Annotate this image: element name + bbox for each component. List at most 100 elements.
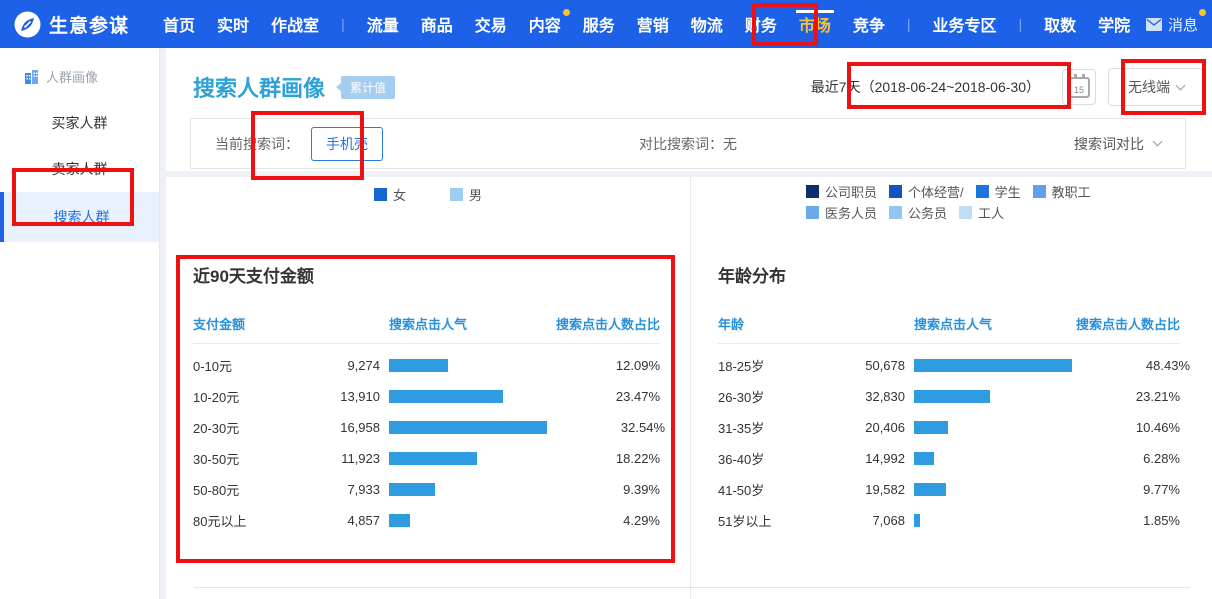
terminal-select[interactable]: 无线端	[1108, 68, 1204, 106]
column-header[interactable]: 年龄	[718, 314, 830, 333]
legend-label: 教职工	[1052, 182, 1091, 201]
legend-label: 公务员	[908, 203, 947, 222]
nav-item-product[interactable]: 商品	[421, 0, 453, 48]
payment-amount-card: 近90天支付金额 支付金额搜索点击人气搜索点击人数占比 0-10元9,27412…	[193, 262, 660, 536]
table-row: 80元以上4,8574.29%	[193, 505, 660, 536]
row-value: 11,923	[305, 451, 389, 466]
sidebar-item-search-crowd[interactable]: 搜索人群	[0, 192, 159, 242]
nav-item-business-zone[interactable]: 业务专区	[933, 0, 997, 48]
legend-swatch	[889, 206, 902, 219]
legend-swatch	[976, 185, 989, 198]
current-term-chip[interactable]: 手机壳	[311, 127, 383, 161]
legend-swatch	[889, 185, 902, 198]
nav-item-realtime[interactable]: 实时	[217, 0, 249, 48]
nav-item-competition[interactable]: 竞争	[853, 0, 885, 48]
search-term-bar: 当前搜索词： 手机壳 对比搜索词：无 搜索词对比	[190, 118, 1186, 169]
current-term-label: 当前搜索词：	[215, 134, 299, 154]
row-label: 31-35岁	[718, 418, 830, 437]
legend-label: 男	[469, 185, 482, 204]
legend-item[interactable]: 公司职员	[806, 182, 877, 201]
date-range-picker[interactable]: 最近7天（2018-06-24~2018-06-30）	[801, 69, 1050, 105]
legend-swatch	[450, 188, 463, 201]
table-row: 10-20元13,91023.47%	[193, 381, 660, 412]
sidebar-section-label: 人群画像	[46, 67, 98, 86]
header-top-row: 搜索人群画像 累计值 最近7天（2018-06-24~2018-06-30） 1…	[166, 48, 1212, 106]
calendar-button[interactable]: 15	[1062, 69, 1096, 105]
calendar-icon: 15	[1069, 77, 1090, 98]
nav-item-academy[interactable]: 学院	[1098, 0, 1130, 48]
row-label: 0-10元	[193, 356, 305, 375]
row-value: 7,068	[830, 513, 914, 528]
row-label: 18-25岁	[718, 356, 830, 375]
nav-item-logistics[interactable]: 物流	[691, 0, 723, 48]
legend-label: 女	[393, 185, 406, 204]
nav-item-service[interactable]: 服务	[583, 0, 615, 48]
brand[interactable]: 生意参谋	[14, 0, 129, 48]
row-bar-track	[914, 514, 1062, 527]
row-bar-track	[914, 452, 1062, 465]
nav-item-finance[interactable]: 财务	[745, 0, 777, 48]
sidebar-item-seller-crowd[interactable]: 卖家人群	[0, 146, 159, 192]
row-bar	[914, 421, 948, 434]
nav-item-trade[interactable]: 交易	[475, 0, 507, 48]
column-header[interactable]: 搜索点击人数占比	[542, 314, 660, 333]
notification-dot	[563, 9, 570, 16]
column-header[interactable]: 搜索点击人气	[914, 314, 1062, 333]
sidebar-item-buyer-crowd[interactable]: 买家人群	[0, 100, 159, 146]
legend-row: 公司职员个体经营/学生 教职工	[806, 181, 1091, 202]
nav-item-market[interactable]: 市场	[799, 0, 831, 48]
nav-item-war-room[interactable]: 作战室	[271, 0, 319, 48]
nav-item-home[interactable]: 首页	[163, 0, 195, 48]
column-header[interactable]: 搜索点击人数占比	[1062, 314, 1180, 333]
row-bar	[389, 452, 477, 465]
row-bar-track	[389, 421, 547, 434]
legend-item[interactable]: 教职工	[1033, 182, 1091, 201]
nav-item-marketing[interactable]: 营销	[637, 0, 669, 48]
legend-label: 医务人员	[825, 203, 877, 222]
app-root: 生意参谋 首页实时作战室|流量商品交易内容服务营销物流财务市场竞争|业务专区|取…	[0, 0, 1212, 599]
chevron-down-icon	[1153, 137, 1163, 147]
nav-divider: |	[907, 0, 911, 48]
row-percent: 9.77%	[1062, 482, 1180, 497]
row-label: 80元以上	[193, 511, 305, 530]
current-term-group: 当前搜索词： 手机壳	[215, 127, 383, 161]
row-bar	[389, 359, 448, 372]
legend-item[interactable]: 公务员	[889, 203, 947, 222]
row-label: 36-40岁	[718, 449, 830, 468]
row-value: 20,406	[830, 420, 914, 435]
table-body: 18-25岁50,67848.43%26-30岁32,83023.21%31-3…	[718, 350, 1180, 536]
nav-divider: |	[1019, 0, 1023, 48]
table-row: 31-35岁20,40610.46%	[718, 412, 1180, 443]
legend-item[interactable]: 个体经营/	[889, 182, 964, 201]
building-icon	[24, 70, 39, 84]
nav-message[interactable]: 消息	[1146, 0, 1198, 48]
legend-swatch	[1033, 185, 1046, 198]
row-label: 26-30岁	[718, 387, 830, 406]
table-row: 51岁以上7,0681.85%	[718, 505, 1180, 536]
card-title: 近90天支付金额	[193, 262, 660, 287]
term-compare-button[interactable]: 搜索词对比	[1074, 134, 1161, 154]
legend-item[interactable]: 医务人员	[806, 203, 877, 222]
nav-item-traffic[interactable]: 流量	[367, 0, 399, 48]
row-bar	[914, 514, 920, 527]
top-nav: 生意参谋 首页实时作战室|流量商品交易内容服务营销物流财务市场竞争|业务专区|取…	[0, 0, 1212, 48]
column-header[interactable]: 搜索点击人气	[389, 314, 542, 333]
occupation-legend: 公司职员个体经营/学生 教职工医务人员 公务员工人	[806, 181, 1091, 223]
column-header[interactable]: 支付金额	[193, 314, 305, 333]
table-header-row: 支付金额 搜索点击人气搜索点击人数占比	[193, 314, 660, 344]
legend-label: 公司职员	[825, 182, 877, 201]
row-bar	[914, 452, 934, 465]
legend-item[interactable]: 工人	[959, 203, 1004, 222]
row-label: 50-80元	[193, 480, 305, 499]
nav-items: 首页实时作战室|流量商品交易内容服务营销物流财务市场竞争|业务专区|取数学院	[163, 0, 1146, 48]
nav-item-content[interactable]: 内容	[529, 0, 561, 48]
row-bar-track	[914, 421, 1062, 434]
legend-item[interactable]: 学生	[976, 182, 1021, 201]
legend-item[interactable]: 男	[450, 185, 482, 204]
row-value: 14,992	[830, 451, 914, 466]
legend-item[interactable]: 女	[374, 185, 406, 204]
row-percent: 1.85%	[1062, 513, 1180, 528]
nav-item-data-fetch[interactable]: 取数	[1044, 0, 1076, 48]
row-value: 50,678	[830, 358, 914, 373]
table-row: 30-50元11,92318.22%	[193, 443, 660, 474]
